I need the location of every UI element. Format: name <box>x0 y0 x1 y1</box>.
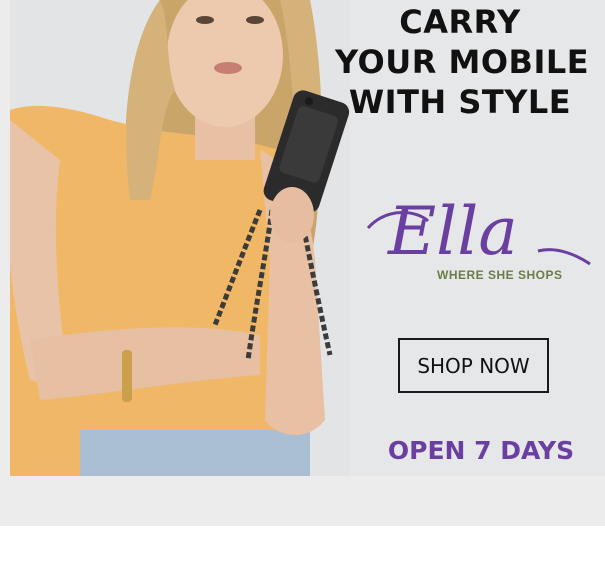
shop-now-button[interactable]: SHOP NOW <box>398 338 549 393</box>
woman-with-phone-illustration <box>10 0 350 476</box>
ad-banner[interactable]: CARRY YOUR MOBILE WITH STYLE Ella WHERE … <box>0 0 605 526</box>
hero-photo <box>10 0 350 476</box>
headline-line-1: CARRY <box>399 3 521 41</box>
logo-tagline: WHERE SHE SHOPS <box>437 268 563 282</box>
headline-line-2: YOUR MOBILE <box>335 43 590 81</box>
headline: CARRY YOUR MOBILE WITH STYLE <box>335 2 590 122</box>
open-hours-text: OPEN 7 DAYS <box>387 436 575 465</box>
headline-line-3: WITH STYLE <box>348 83 572 121</box>
logo-text: Ella <box>387 196 518 270</box>
